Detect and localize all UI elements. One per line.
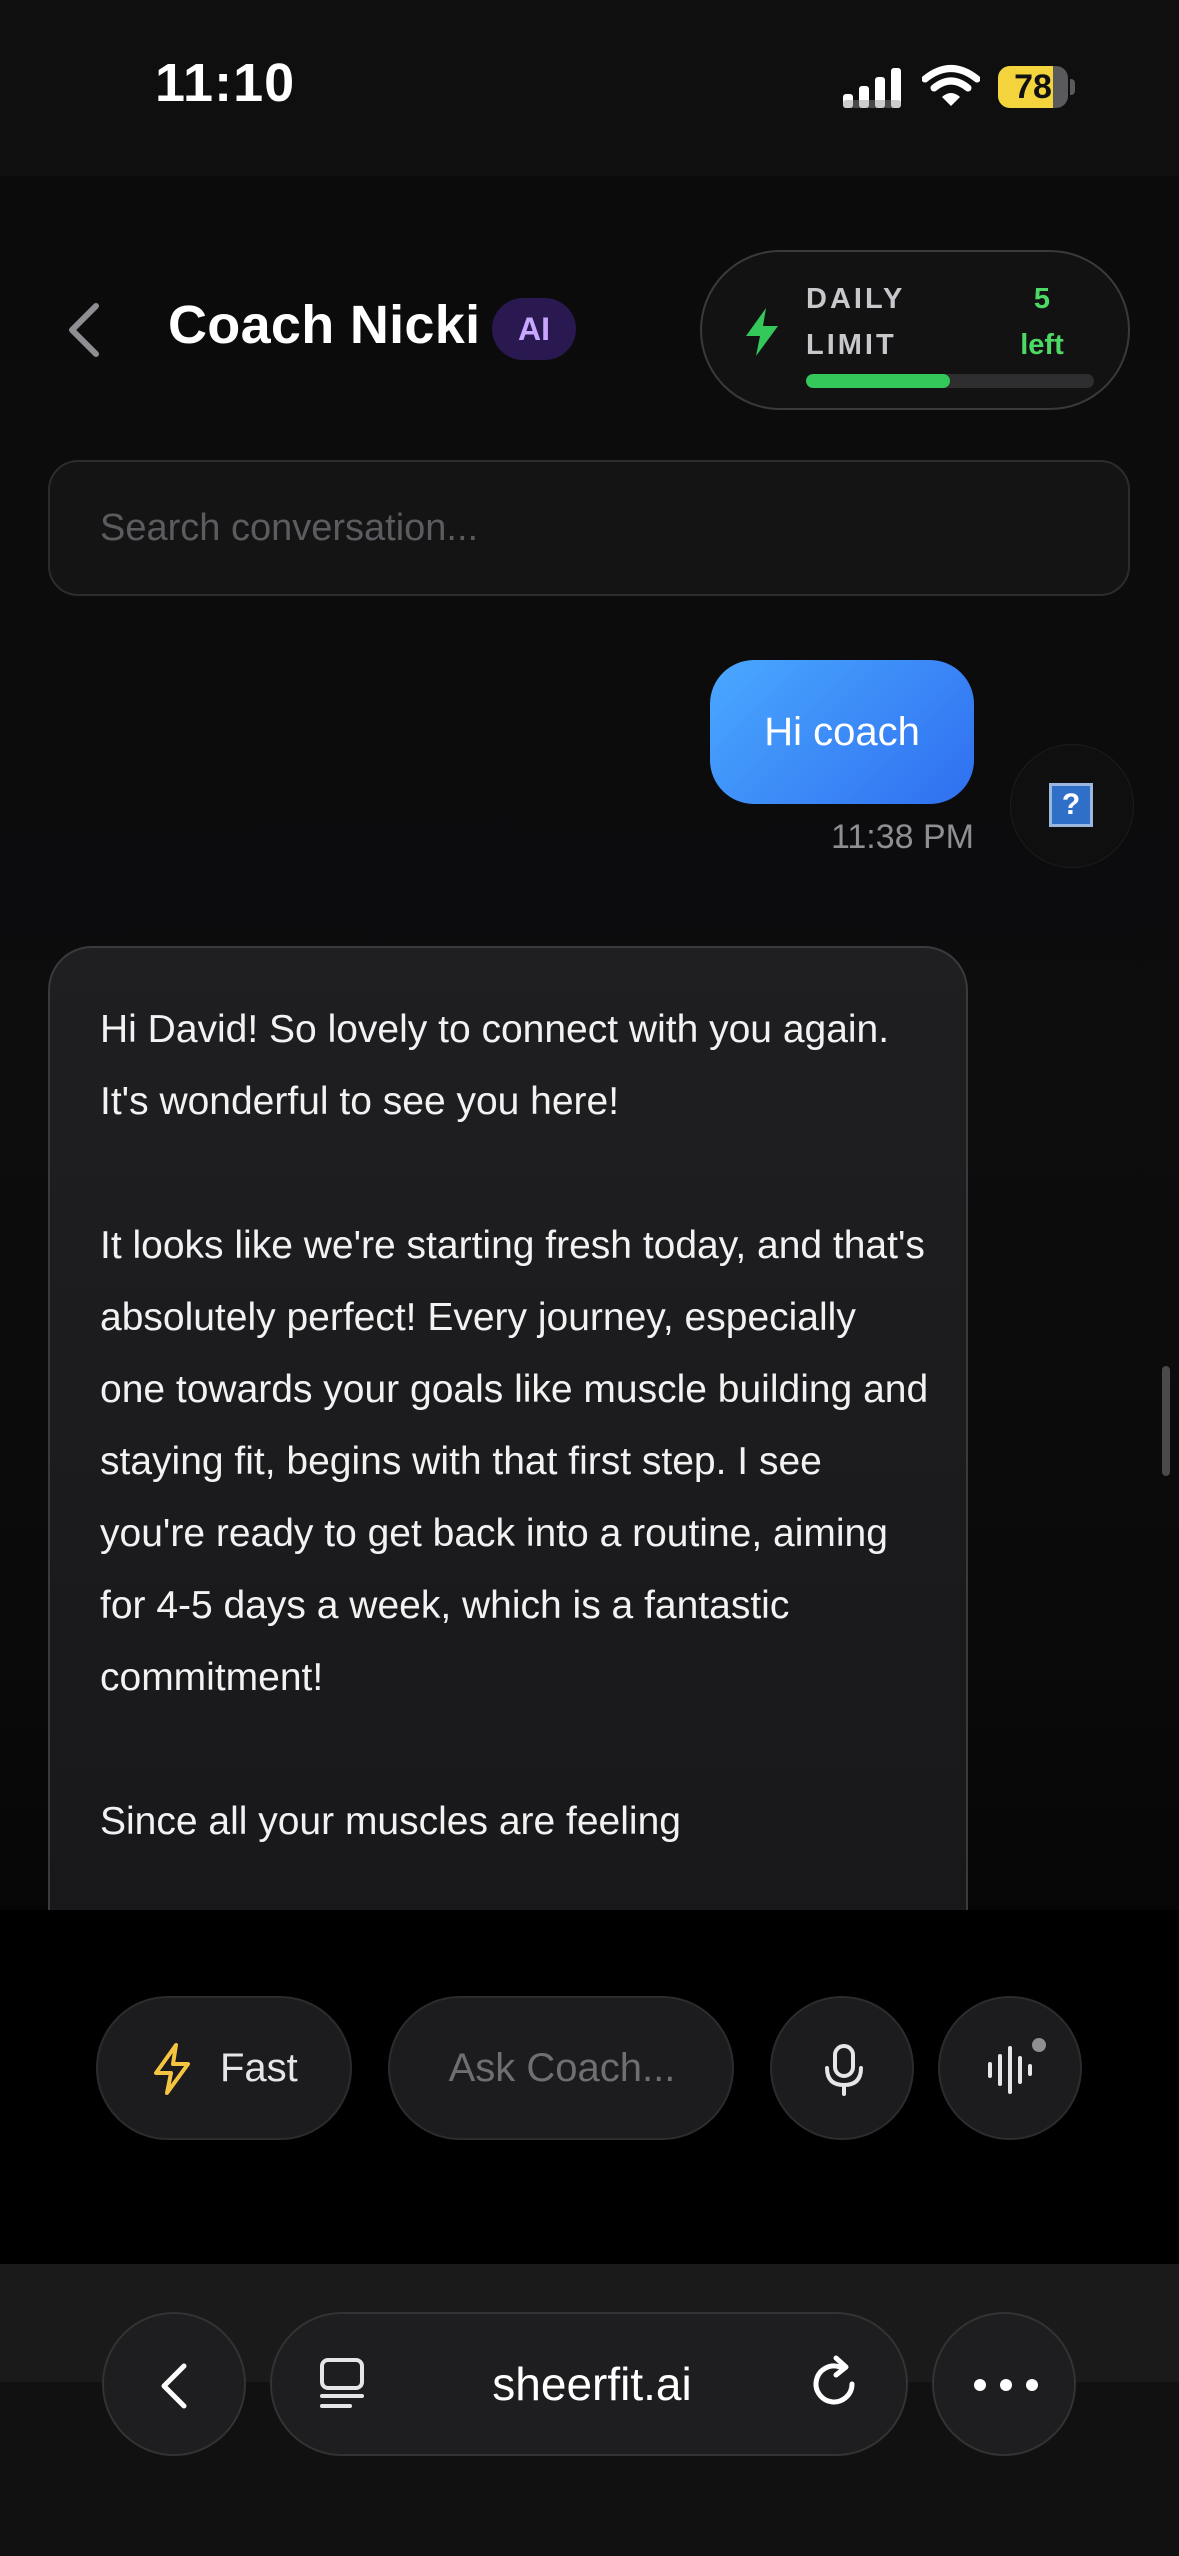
coach-message-bubble: Hi David! So lovely to connect with you … — [48, 946, 968, 1946]
voice-status-dot — [1032, 2038, 1046, 2052]
microphone-icon — [825, 2044, 863, 2096]
more-button[interactable] — [932, 2312, 1076, 2456]
coach-message-text: Hi David! So lovely to connect with you … — [100, 994, 930, 1930]
status-bar: 11:10 78 — [0, 0, 1179, 176]
page: 11:10 78 Coach Nicki AI DAILY LIMIT 5 le… — [0, 0, 1179, 2556]
battery-cap — [1070, 79, 1075, 95]
message-timestamp: 11:38 PM — [830, 818, 974, 856]
signal-icon — [843, 68, 901, 108]
scrollbar[interactable] — [1162, 1366, 1170, 1476]
microphone-button[interactable] — [770, 1996, 914, 2140]
tabs-icon[interactable] — [316, 2356, 372, 2412]
ai-badge: AI — [492, 298, 576, 360]
search-input[interactable] — [100, 462, 1080, 594]
daily-limit-indicator: DAILY LIMIT 5 left — [700, 250, 1130, 410]
more-icon — [974, 2379, 1038, 2391]
daily-limit-label: DAILY LIMIT — [806, 283, 905, 361]
coach-message-paragraph: It looks like we're starting fresh today… — [100, 1224, 929, 1699]
fast-mode-button[interactable]: Fast — [96, 1996, 352, 2140]
status-time: 11:10 — [155, 53, 296, 113]
battery-percent: 78 — [1014, 68, 1052, 106]
ask-coach-field — [388, 1996, 734, 2140]
waveform-icon — [988, 2046, 1032, 2094]
battery-body: 78 — [998, 66, 1068, 108]
coach-message-paragraph: Hi David! So lovely to connect with you … — [100, 1008, 890, 1123]
page-title: Coach Nicki — [168, 295, 481, 355]
avatar: ? — [1010, 744, 1134, 868]
user-message-bubble: Hi coach — [710, 660, 974, 804]
coach-message-paragraph: Since all your muscles are feeling — [100, 1800, 681, 1843]
daily-limit-bar-fill — [806, 374, 950, 388]
browser-back-button[interactable] — [102, 2312, 246, 2456]
chevron-left-icon — [161, 2363, 187, 2409]
address-bar[interactable]: sheerfit.ai — [270, 2312, 908, 2456]
lightning-bolt-icon — [154, 2043, 190, 2095]
daily-limit-count: 5 left — [1020, 283, 1064, 361]
ask-coach-input[interactable] — [414, 1998, 710, 2138]
lightning-bolt-icon — [746, 308, 778, 356]
browser-toolbar: sheerfit.ai — [0, 2264, 1179, 2556]
battery-icon: 78 — [998, 66, 1076, 108]
broken-image-icon: ? — [1049, 783, 1093, 827]
reload-icon[interactable] — [808, 2354, 864, 2414]
url-text: sheerfit.ai — [492, 2358, 692, 2410]
fast-mode-label: Fast — [220, 2046, 298, 2090]
search-conversation — [48, 460, 1130, 596]
daily-limit-bar — [806, 374, 1094, 388]
chevron-left-icon[interactable] — [62, 300, 106, 360]
voice-mode-button[interactable] — [938, 1996, 1082, 2140]
wifi-icon — [922, 65, 980, 106]
